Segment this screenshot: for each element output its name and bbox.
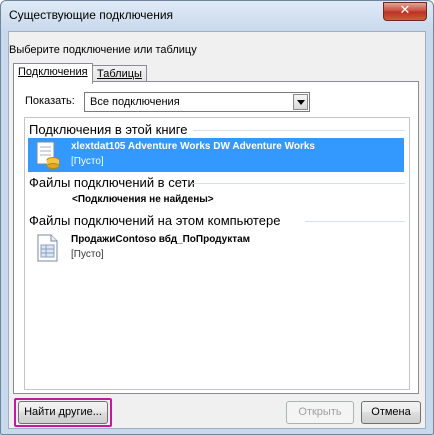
instruction-label: Выберите подключение или таблицу	[9, 44, 197, 56]
close-button[interactable]: ✕	[383, 2, 427, 21]
chevron-down-icon[interactable]	[293, 94, 308, 110]
open-button[interactable]: Открыть	[286, 401, 354, 424]
show-filter-dropdown[interactable]: Все подключения	[84, 92, 310, 112]
section-computer-files: Файлы подключений на этом компьютере	[29, 213, 281, 228]
tab-connections[interactable]: Подключения	[13, 63, 93, 84]
section-divider	[305, 221, 405, 222]
existing-connections-dialog: Существующие подключения ✕ Выберите подк…	[0, 0, 434, 435]
no-connections-found-label: <Подключения не найдены>	[72, 194, 214, 205]
connection-file-icon	[37, 234, 58, 262]
cancel-button[interactable]: Отмена	[361, 401, 421, 424]
close-icon: ✕	[399, 3, 411, 18]
section-divider	[193, 183, 405, 184]
connection-description: [Пусто]	[71, 156, 104, 167]
connection-name: ПродажиContoso вбд_ПоПродуктам	[71, 234, 251, 245]
connection-item-adventure-works[interactable]: xlextdat105 Adventure Works DW Adventure…	[28, 138, 404, 172]
title-bar[interactable]: Существующие подключения ✕	[1, 1, 433, 31]
database-connection-icon	[36, 141, 60, 169]
dialog-body: Выберите подключение или таблицу Подключ…	[8, 31, 426, 429]
connections-list[interactable]: Подключения в этой книге xlextdat105 Adv…	[24, 117, 410, 390]
show-filter-value: Все подключения	[90, 96, 180, 108]
browse-for-more-button[interactable]: Найти другие...	[18, 401, 108, 424]
window-title: Существующие подключения	[9, 8, 174, 22]
connection-description: [Пусто]	[71, 249, 104, 260]
tab-tables-label: Таблицы	[97, 68, 142, 80]
section-divider	[193, 130, 405, 131]
connection-name: xlextdat105 Adventure Works DW Adventure…	[71, 141, 315, 152]
show-filter-label: Показать:	[25, 95, 75, 107]
tab-connections-label: Подключения	[18, 66, 88, 78]
connections-tab-panel: Показать: Все подключения Подключения в …	[13, 81, 419, 394]
connection-item-contoso-sales[interactable]: ПродажиContoso вбд_ПоПродуктам [Пусто]	[28, 231, 404, 265]
section-workbook-connections: Подключения в этой книге	[29, 122, 188, 137]
section-network-files: Файлы подключений в сети	[29, 175, 195, 190]
